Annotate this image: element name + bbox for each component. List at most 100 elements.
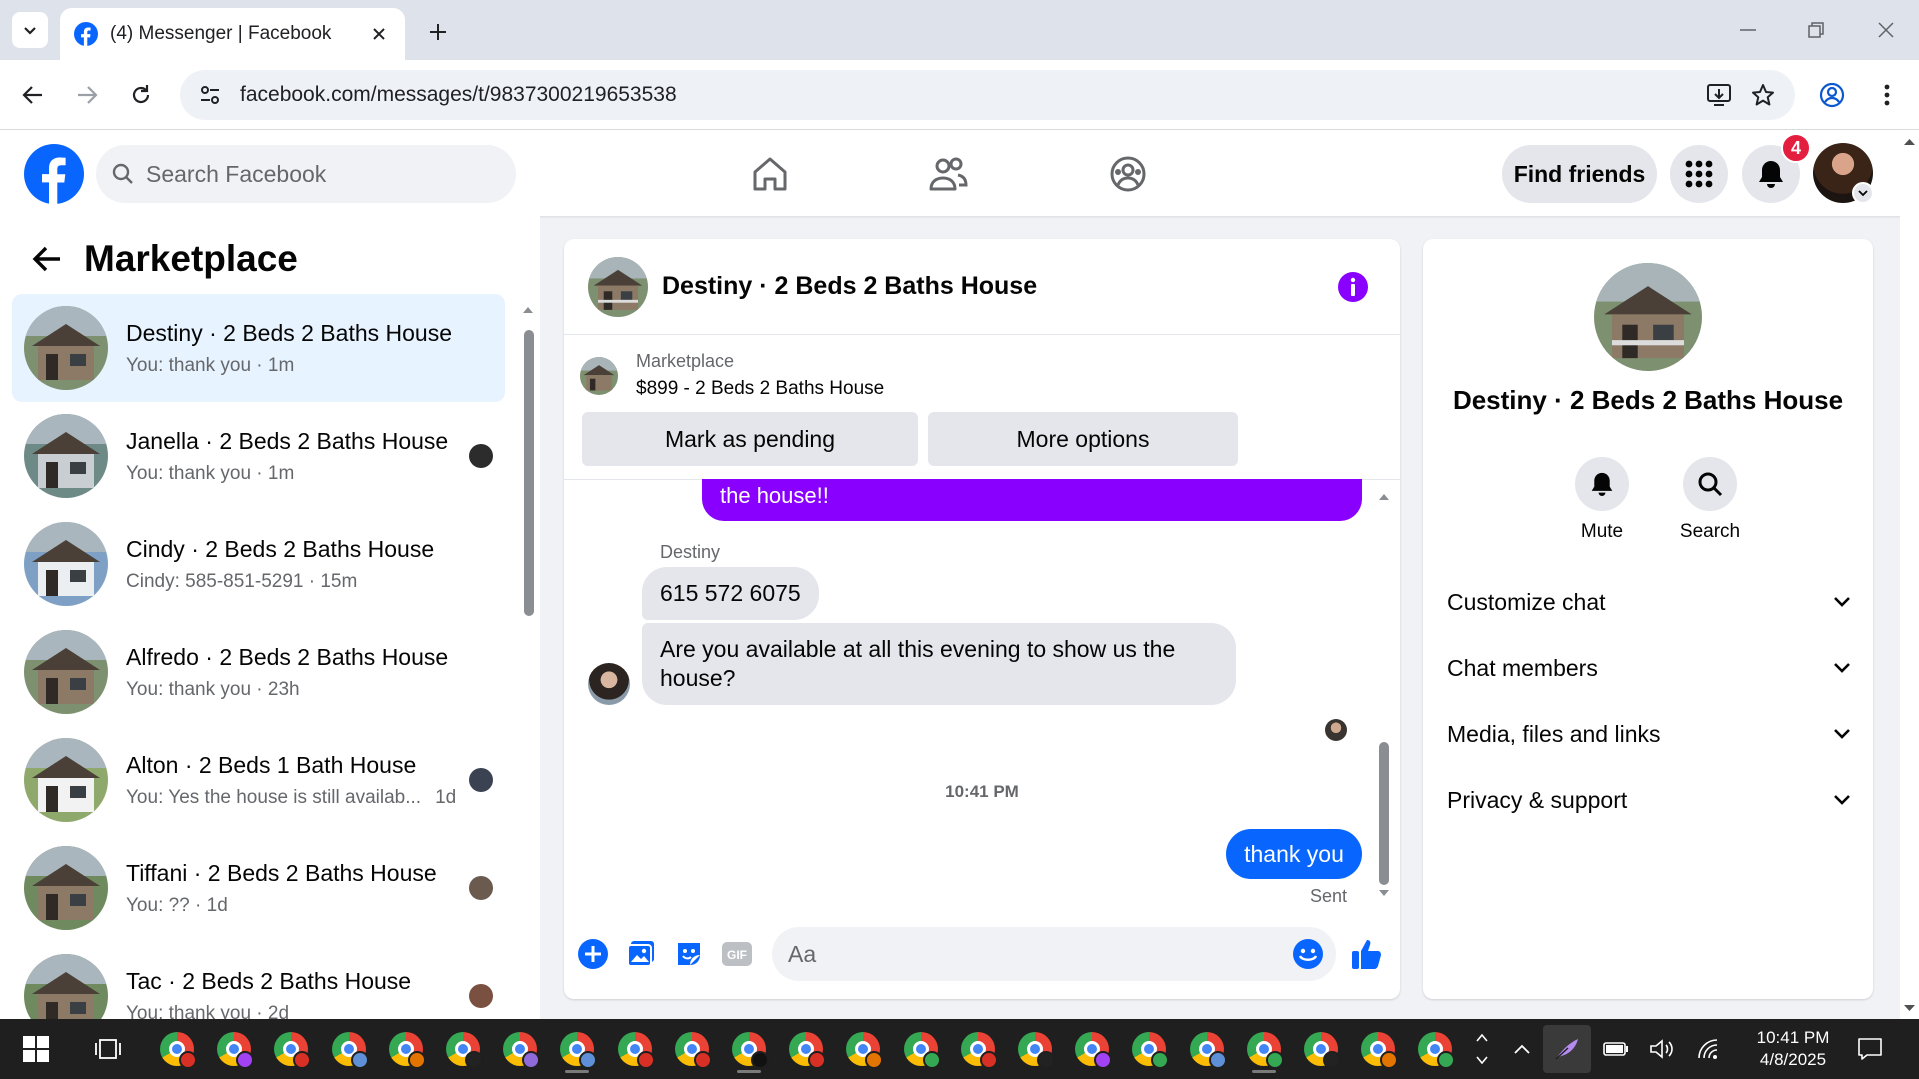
tab-search-button[interactable] (12, 12, 48, 48)
battery-icon-button[interactable] (1592, 1025, 1640, 1073)
conversation-item[interactable]: Destiny · 2 Beds 2 Baths House You: thank… (12, 294, 505, 402)
chrome-taskbar-button[interactable] (1068, 1025, 1116, 1073)
chrome-taskbar-button[interactable] (1411, 1025, 1459, 1073)
outgoing-message[interactable]: the house!! (702, 479, 1362, 521)
chat-scroll-thumb[interactable] (1379, 742, 1389, 885)
pen-app-icon-button[interactable] (1543, 1025, 1591, 1073)
sidebar-scroll-thumb[interactable] (524, 330, 534, 616)
page-scrollbar[interactable] (1900, 130, 1919, 1019)
chrome-taskbar-button[interactable] (1011, 1025, 1059, 1073)
action-center-button[interactable] (1846, 1025, 1894, 1073)
incoming-message[interactable]: Are you available at all this evening to… (642, 623, 1236, 705)
chrome-taskbar-button[interactable] (553, 1025, 601, 1073)
back-button[interactable] (26, 238, 68, 280)
new-tab-button[interactable] (422, 16, 454, 48)
sender-avatar[interactable] (588, 663, 630, 705)
clock[interactable]: 10:41 PM 4/8/2025 (1738, 1027, 1848, 1071)
chrome-taskbar-button[interactable] (382, 1025, 430, 1073)
customize-chat-section[interactable]: Customize chat (1447, 582, 1851, 622)
facebook-search[interactable] (96, 145, 516, 203)
chat-thumbnail[interactable] (588, 256, 648, 317)
chrome-taskbar-button[interactable] (897, 1025, 945, 1073)
chat-scrollbar[interactable] (1376, 489, 1392, 899)
facebook-search-input[interactable] (146, 160, 486, 188)
read-receipt-avatar (469, 984, 493, 1008)
more-actions-button[interactable] (574, 935, 612, 973)
nav-groups[interactable] (1104, 150, 1152, 198)
conversation-item[interactable]: Janella · 2 Beds 2 Baths House You: thank… (12, 402, 505, 510)
chrome-taskbar-button[interactable] (839, 1025, 887, 1073)
chrome-taskbar-button[interactable] (668, 1025, 716, 1073)
browser-tab[interactable]: (4) Messenger | Facebook (60, 8, 405, 60)
chrome-taskbar-button[interactable] (153, 1025, 201, 1073)
chrome-taskbar-button[interactable] (954, 1025, 1002, 1073)
chrome-taskbar-button[interactable] (1354, 1025, 1402, 1073)
chat-members-section[interactable]: Chat members (1447, 648, 1851, 688)
tab-close-button[interactable] (367, 22, 391, 46)
show-hidden-icons-button[interactable] (1498, 1025, 1546, 1073)
facebook-logo[interactable] (24, 144, 84, 204)
sticker-button[interactable] (670, 935, 708, 973)
chat-title[interactable]: Destiny · 2 Beds 2 Baths House (662, 272, 1336, 301)
minimize-button[interactable] (1728, 12, 1768, 48)
like-button[interactable] (1348, 935, 1386, 973)
mute-button[interactable]: Mute (1557, 457, 1647, 543)
chrome-taskbar-button[interactable] (1240, 1025, 1288, 1073)
message-input-box[interactable] (772, 927, 1336, 981)
conversation-item[interactable]: Alfredo · 2 Beds 2 Baths House You: thank… (12, 618, 505, 726)
nav-home[interactable] (746, 150, 794, 198)
forward-button[interactable] (68, 76, 106, 114)
chrome-taskbar-button[interactable] (439, 1025, 487, 1073)
profile-button[interactable] (1813, 76, 1851, 114)
chrome-taskbar-button[interactable] (1183, 1025, 1231, 1073)
attach-photo-button[interactable] (622, 935, 660, 973)
install-app-button[interactable] (1697, 73, 1741, 117)
info-icon[interactable] (1336, 270, 1370, 304)
url-text[interactable]: facebook.com/messages/t/9837300219653538 (240, 83, 1697, 107)
sidebar-scrollbar[interactable] (520, 294, 536, 1014)
find-friends-button[interactable]: Find friends (1502, 145, 1657, 203)
marketplace-listing[interactable]: Marketplace $899 - 2 Beds 2 Baths House (580, 351, 884, 400)
account-menu-caret[interactable] (1852, 182, 1874, 204)
address-bar[interactable]: facebook.com/messages/t/9837300219653538 (180, 70, 1795, 120)
close-window-button[interactable] (1866, 12, 1906, 48)
menu-button[interactable] (1670, 145, 1728, 203)
restore-button[interactable] (1796, 12, 1836, 48)
nav-friends[interactable] (924, 150, 972, 198)
media-files-links-section[interactable]: Media, files and links (1447, 714, 1851, 754)
chevron-down-icon (1834, 729, 1850, 739)
outgoing-message[interactable]: thank you (1226, 829, 1362, 879)
reload-button[interactable] (122, 76, 160, 114)
task-view-button[interactable] (84, 1025, 132, 1073)
message-input[interactable] (788, 940, 1290, 968)
more-options-button[interactable]: More options (928, 412, 1238, 466)
search-in-chat-button[interactable]: Search (1665, 457, 1755, 543)
network-button[interactable] (1684, 1025, 1732, 1073)
conversation-item[interactable]: Tiffani · 2 Beds 2 Baths House You: ?? · … (12, 834, 505, 942)
chrome-taskbar-button[interactable] (611, 1025, 659, 1073)
profile-badge-icon (522, 1051, 541, 1069)
browser-menu-button[interactable] (1868, 76, 1906, 114)
gif-button[interactable]: GIF (718, 935, 756, 973)
read-receipt-avatar (469, 444, 493, 468)
conversation-item[interactable]: Alton · 2 Beds 1 Bath House You: Yes the … (12, 726, 505, 834)
chrome-taskbar-button[interactable] (725, 1025, 773, 1073)
contact-avatar[interactable] (1594, 263, 1702, 371)
site-info-button[interactable] (194, 79, 226, 111)
chrome-taskbar-button[interactable] (496, 1025, 544, 1073)
emoji-button[interactable] (1290, 936, 1326, 972)
conversation-item[interactable]: Cindy · 2 Beds 2 Baths House Cindy: 585-8… (12, 510, 505, 618)
chrome-taskbar-button[interactable] (325, 1025, 373, 1073)
chrome-taskbar-button[interactable] (267, 1025, 315, 1073)
back-button[interactable] (14, 76, 52, 114)
chrome-taskbar-button[interactable] (1125, 1025, 1173, 1073)
privacy-support-section[interactable]: Privacy & support (1447, 780, 1851, 820)
bookmark-button[interactable] (1741, 73, 1785, 117)
chrome-taskbar-button[interactable] (782, 1025, 830, 1073)
start-button[interactable] (12, 1025, 60, 1073)
chrome-taskbar-button[interactable] (1297, 1025, 1345, 1073)
volume-button[interactable] (1638, 1025, 1686, 1073)
mark-as-pending-button[interactable]: Mark as pending (582, 412, 918, 466)
incoming-message[interactable]: 615 572 6075 (642, 567, 819, 620)
chrome-taskbar-button[interactable] (210, 1025, 258, 1073)
